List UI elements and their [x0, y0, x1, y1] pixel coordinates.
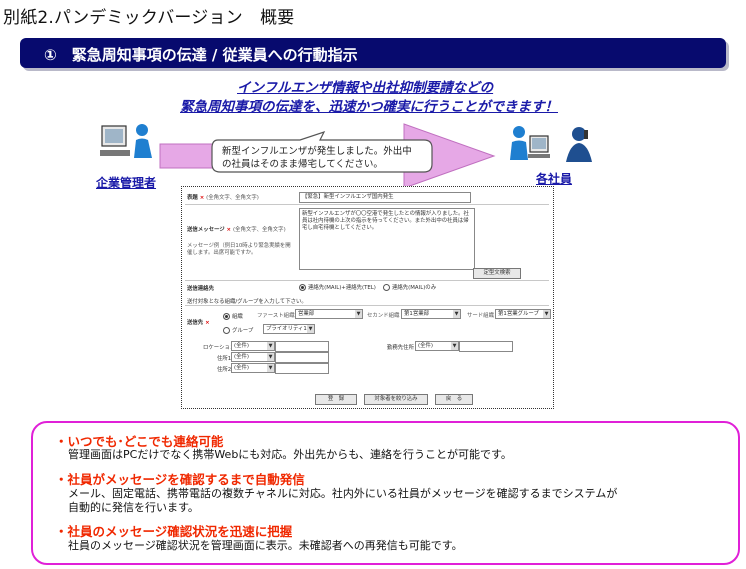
work-area-label: 勤務先住所 — [387, 345, 414, 351]
page-title: 別紙2.パンデミックバージョン 概要 — [3, 8, 295, 28]
narrow-down-button[interactable]: 対象者を絞り込み — [364, 394, 428, 405]
target-hint: 送付対象となる組織/グループを入力して下さい。 — [187, 299, 307, 305]
location-select[interactable]: (全件) — [231, 341, 275, 351]
message-bubble-text: 新型インフルエンザが発生しました。外出中 の社員はそのまま帰宅してください。 — [222, 146, 412, 170]
first-org-label: ファースト組織 — [257, 313, 295, 319]
destination-row: 送信連絡先 連絡先(MAIL)+連絡先(TEL) 連絡先(MAIL)のみ — [185, 280, 549, 294]
recipients-row: 送信先 × 組織 ファースト組織 営業部 セカンド組織 第1営業部 サード組織 … — [185, 305, 551, 336]
register-button[interactable]: 登 録 — [315, 394, 357, 405]
first-org-select[interactable]: 営業部 — [295, 309, 363, 319]
headline-line1: インフルエンザ情報や出社抑制要請などの — [237, 80, 494, 96]
back-button[interactable]: 戻 る — [435, 394, 473, 405]
third-org-select[interactable]: 第1営業グループ — [495, 309, 551, 319]
message-label: 送信メッセージ — [187, 227, 225, 233]
subject-row: 表題 × (全角文字、全角文字) 【緊急】新型インフルエンザ国内発生 — [185, 190, 549, 204]
message-textarea[interactable]: 新型インフルエンザが〇〇空港で発生したとの情報が入りました。社員は社内待機の上次… — [299, 208, 475, 270]
second-org-select[interactable]: 第1営業部 — [401, 309, 461, 319]
template-search-button[interactable]: 定型文検索 — [473, 268, 521, 279]
feature-3-title: ・社員のメッセージ確認状況を迅速に把握 — [55, 524, 293, 539]
org-radio[interactable]: 組織 — [223, 312, 243, 320]
section-title: ① 緊急周知事項の伝達 / 従業員への行動指示 — [44, 46, 358, 64]
address1-label: 住所1 — [217, 356, 232, 362]
third-org-label: サード組織 — [467, 313, 494, 319]
address1-select[interactable]: (全件) — [231, 352, 275, 362]
feature-1-desc: 管理画面はPCだけでなく携帯Webにも対応。外出先からも、連絡を行うことが可能で… — [68, 448, 512, 461]
destination-option-mail-tel[interactable]: 連絡先(MAIL)+連絡先(TEL) — [299, 283, 376, 291]
address2-select[interactable]: (全件) — [231, 363, 275, 373]
location-input[interactable] — [275, 341, 329, 352]
computer-user-icon — [100, 124, 152, 158]
message-hint: メッセージ例（例日10時より緊急実績を開催します。出席可能ですか。 — [187, 243, 291, 256]
phone-user-icon — [566, 127, 592, 162]
section-header: ① 緊急周知事項の伝達 / 従業員への行動指示 — [20, 38, 726, 68]
address1-input[interactable] — [275, 352, 329, 363]
group-radio[interactable]: グループ — [223, 326, 253, 334]
feature-2-title: ・社員がメッセージを確認するまで自動発信 — [55, 472, 305, 487]
recipients-label: 送信先 — [187, 320, 204, 326]
receiver-label: 各社員 — [536, 172, 573, 186]
message-form: 表題 × (全角文字、全角文字) 【緊急】新型インフルエンザ国内発生 送信メッセ… — [181, 186, 554, 409]
computer-user-icon — [510, 126, 550, 160]
filters-row: ロケーション (全件) 勤務先住所 (全件) 住所1 (全件) 住所2 (全件) — [185, 339, 549, 379]
group-select[interactable]: プライオリティ1G — [263, 324, 315, 334]
subject-input[interactable]: 【緊急】新型インフルエンザ国内発生 — [299, 192, 471, 203]
work-area-input[interactable] — [459, 341, 513, 352]
feature-3-desc: 社員のメッセージ確認状況を管理画面に表示。未確認者への再発信も可能です。 — [68, 539, 463, 552]
second-org-label: セカンド組織 — [367, 313, 400, 319]
address2-input[interactable] — [275, 363, 329, 374]
work-area-select[interactable]: (全件) — [415, 341, 459, 351]
subject-label: 表題 — [187, 195, 198, 201]
sender-label: 企業管理者 — [96, 176, 157, 190]
feature-2-desc-line1: メール、固定電話、携帯電話の複数チャネルに対応。社内外にいる社員がメッセージを確… — [68, 487, 618, 500]
feature-list: ・いつでも･どこでも連絡可能 管理画面はPCだけでなく携帯Webにも対応。外出先… — [31, 421, 740, 565]
destination-option-mail[interactable]: 連絡先(MAIL)のみ — [383, 283, 436, 291]
address2-label: 住所2 — [217, 367, 232, 373]
message-row: 送信メッセージ × (全角文字、全角文字) メッセージ例（例日10時より緊急実績… — [185, 204, 549, 281]
feature-2-desc-line2: 自動的に発信を行います。 — [68, 501, 199, 514]
destination-label: 送信連絡先 — [187, 286, 214, 292]
